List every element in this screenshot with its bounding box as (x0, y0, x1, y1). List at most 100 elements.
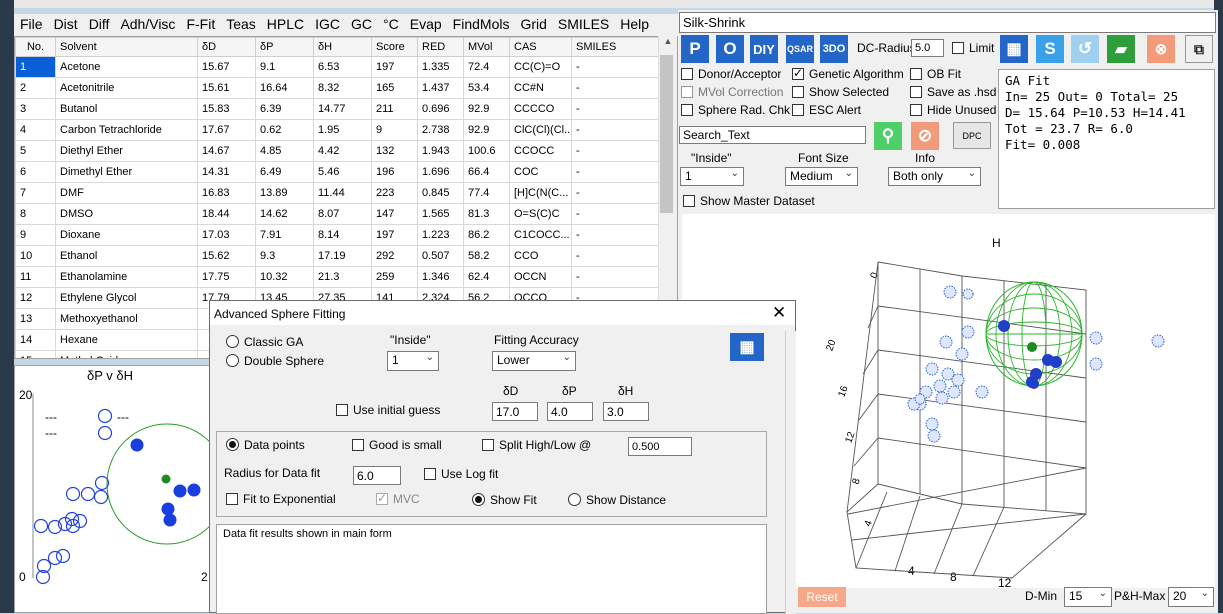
donor-acceptor-checkbox[interactable]: Donor/Acceptor (681, 67, 781, 81)
menu-igc[interactable]: IGC (309, 14, 345, 36)
search-input[interactable] (679, 126, 866, 144)
show-fit-radio[interactable]: Show Fit (472, 493, 537, 507)
table-cell[interactable]: - (571, 77, 660, 99)
table-cell[interactable]: 21.3 (313, 266, 372, 288)
table-cell[interactable]: 92.9 (463, 98, 510, 120)
table-cell[interactable]: CC#N (509, 77, 572, 99)
column-header[interactable]: No. (15, 37, 56, 57)
table-cell[interactable]: 14.67 (197, 140, 256, 162)
table-cell[interactable]: Acetone (55, 56, 198, 78)
split-value-field[interactable] (628, 437, 692, 456)
copy-button[interactable]: ⧉ (1185, 35, 1213, 63)
ob-fit-checkbox[interactable]: OB Fit (910, 67, 961, 81)
table-row[interactable]: 5 Diethyl Ether 14.67 4.85 4.42 132 1.943 100.6… (15, 140, 660, 162)
table-cell[interactable]: 15.83 (197, 98, 256, 120)
menu-gc[interactable]: GC (345, 14, 377, 36)
table-cell[interactable]: CC(C)=O (509, 56, 572, 78)
o-button[interactable]: O (716, 35, 744, 63)
hide-unused-checkbox[interactable]: Hide Unused (910, 103, 996, 117)
table-cell[interactable]: 4.85 (255, 140, 314, 162)
column-header[interactable]: Solvent (55, 37, 198, 57)
table-cell[interactable]: COC (509, 161, 572, 183)
dpc-button[interactable]: DPC (953, 122, 991, 149)
menu-findmols[interactable]: FindMols (447, 14, 515, 36)
sphere-rad-chk-checkbox[interactable]: Sphere Rad. Chk (681, 103, 790, 117)
dh-field[interactable] (603, 402, 649, 421)
table-cell[interactable]: 1.437 (417, 77, 464, 99)
table-cell[interactable]: 0.62 (255, 119, 314, 141)
table-cell[interactable]: DMSO (55, 203, 198, 225)
column-header[interactable]: SMILES (571, 37, 660, 57)
menu-f-fit[interactable]: F-Fit (180, 14, 220, 36)
fit-to-exponential-checkbox[interactable]: Fit to Exponential (226, 492, 336, 506)
table-cell[interactable]: 6.39 (255, 98, 314, 120)
column-header[interactable]: δD (197, 37, 256, 57)
mvc-checkbox[interactable]: MVC (376, 491, 420, 506)
table-cell[interactable]: 1.95 (313, 119, 372, 141)
menu-grid[interactable]: Grid (514, 14, 551, 36)
table-cell[interactable]: 2.738 (417, 119, 464, 141)
table-row[interactable]: 6 Dimethyl Ether 14.31 6.49 5.46 196 1.696 66.4… (15, 161, 660, 183)
reset-button[interactable]: Reset (798, 587, 846, 607)
table-cell[interactable]: 4.42 (313, 140, 372, 162)
table-row[interactable]: 11 Ethanolamine 17.75 10.32 21.3 259 1.346 62.4… (15, 266, 660, 288)
table-cell[interactable]: 9 (371, 119, 418, 141)
book-button[interactable]: ▰ (1107, 35, 1135, 63)
table-cell[interactable]: 0.507 (417, 245, 464, 267)
column-header[interactable]: RED (417, 37, 464, 57)
info-select[interactable]: Both only ⌄ (888, 167, 981, 186)
grid-scroll-thumb[interactable] (660, 55, 673, 213)
menu-file[interactable]: File (14, 14, 48, 36)
table-cell[interactable]: - (571, 98, 660, 120)
menu-dist[interactable]: Dist (48, 14, 83, 36)
table-cell[interactable]: 15.67 (197, 56, 256, 78)
genetic-algorithm-checkbox[interactable]: Genetic Algorithm (792, 66, 904, 81)
table-cell[interactable]: 15.61 (197, 77, 256, 99)
dd-field[interactable] (492, 402, 538, 421)
double-sphere-radio[interactable]: Double Sphere (226, 354, 324, 368)
table-cell[interactable]: 6.53 (313, 56, 372, 78)
table-cell[interactable]: O=S(C)C (509, 203, 572, 225)
clear-search-button[interactable]: ⊘ (911, 122, 939, 150)
table-cell[interactable]: 4 (15, 119, 56, 141)
table-row[interactable]: 10 Ethanol 15.62 9.3 17.19 292 0.507 58.2 CCO - (15, 245, 660, 267)
table-cell[interactable]: 223 (371, 182, 418, 204)
table-cell[interactable]: 81.3 (463, 203, 510, 225)
table-cell[interactable]: 1.346 (417, 266, 464, 288)
table-cell[interactable]: Ethylene Glycol (55, 287, 198, 309)
table-cell[interactable]: 10.32 (255, 266, 314, 288)
table-cell[interactable]: 62.4 (463, 266, 510, 288)
data-points-radio[interactable]: Data points (226, 438, 305, 452)
table-cell[interactable]: 196 (371, 161, 418, 183)
table-row[interactable]: 9 Dioxane 17.03 7.91 8.14 197 1.223 86.2 C1COCC.… (15, 224, 660, 246)
table-cell[interactable]: Methyl Oxide (55, 350, 198, 358)
table-cell[interactable]: 18.44 (197, 203, 256, 225)
table-cell[interactable]: 7 (15, 182, 56, 204)
table-cell[interactable]: 132 (371, 140, 418, 162)
table-cell[interactable]: 2 (15, 77, 56, 99)
save-as-hsd-checkbox[interactable]: Save as .hsd (910, 85, 996, 99)
table-row[interactable]: 3 Butanol 15.83 6.39 14.77 211 0.696 92.9 CCCCO - (15, 98, 660, 120)
menu-evap[interactable]: Evap (404, 14, 447, 36)
search-button[interactable]: ⚲ (874, 122, 902, 150)
table-cell[interactable]: 165 (371, 77, 418, 99)
table-cell[interactable]: 147 (371, 203, 418, 225)
table-cell[interactable]: DMF (55, 182, 198, 204)
table-cell[interactable]: 5.46 (313, 161, 372, 183)
dialog-scrollbar[interactable] (785, 331, 796, 614)
table-cell[interactable]: 11 (15, 266, 56, 288)
use-initial-guess-checkbox[interactable]: Use initial guess (336, 403, 440, 417)
table-cell[interactable]: 17.67 (197, 119, 256, 141)
table-cell[interactable]: 1.335 (417, 56, 464, 78)
table-cell[interactable]: 1.943 (417, 140, 464, 162)
table-cell[interactable]: Dioxane (55, 224, 198, 246)
table-cell[interactable]: Acetonitrile (55, 77, 198, 99)
menu-hplc[interactable]: HPLC (261, 14, 309, 36)
fitting-accuracy-select[interactable]: Lower ⌄ (492, 351, 576, 371)
table-cell[interactable]: 259 (371, 266, 418, 288)
table-cell[interactable]: 6 (15, 161, 56, 183)
table-cell[interactable]: 6.49 (255, 161, 314, 183)
table-cell[interactable]: Diethyl Ether (55, 140, 198, 162)
table-cell[interactable]: 16.83 (197, 182, 256, 204)
dp-field[interactable] (547, 402, 593, 421)
